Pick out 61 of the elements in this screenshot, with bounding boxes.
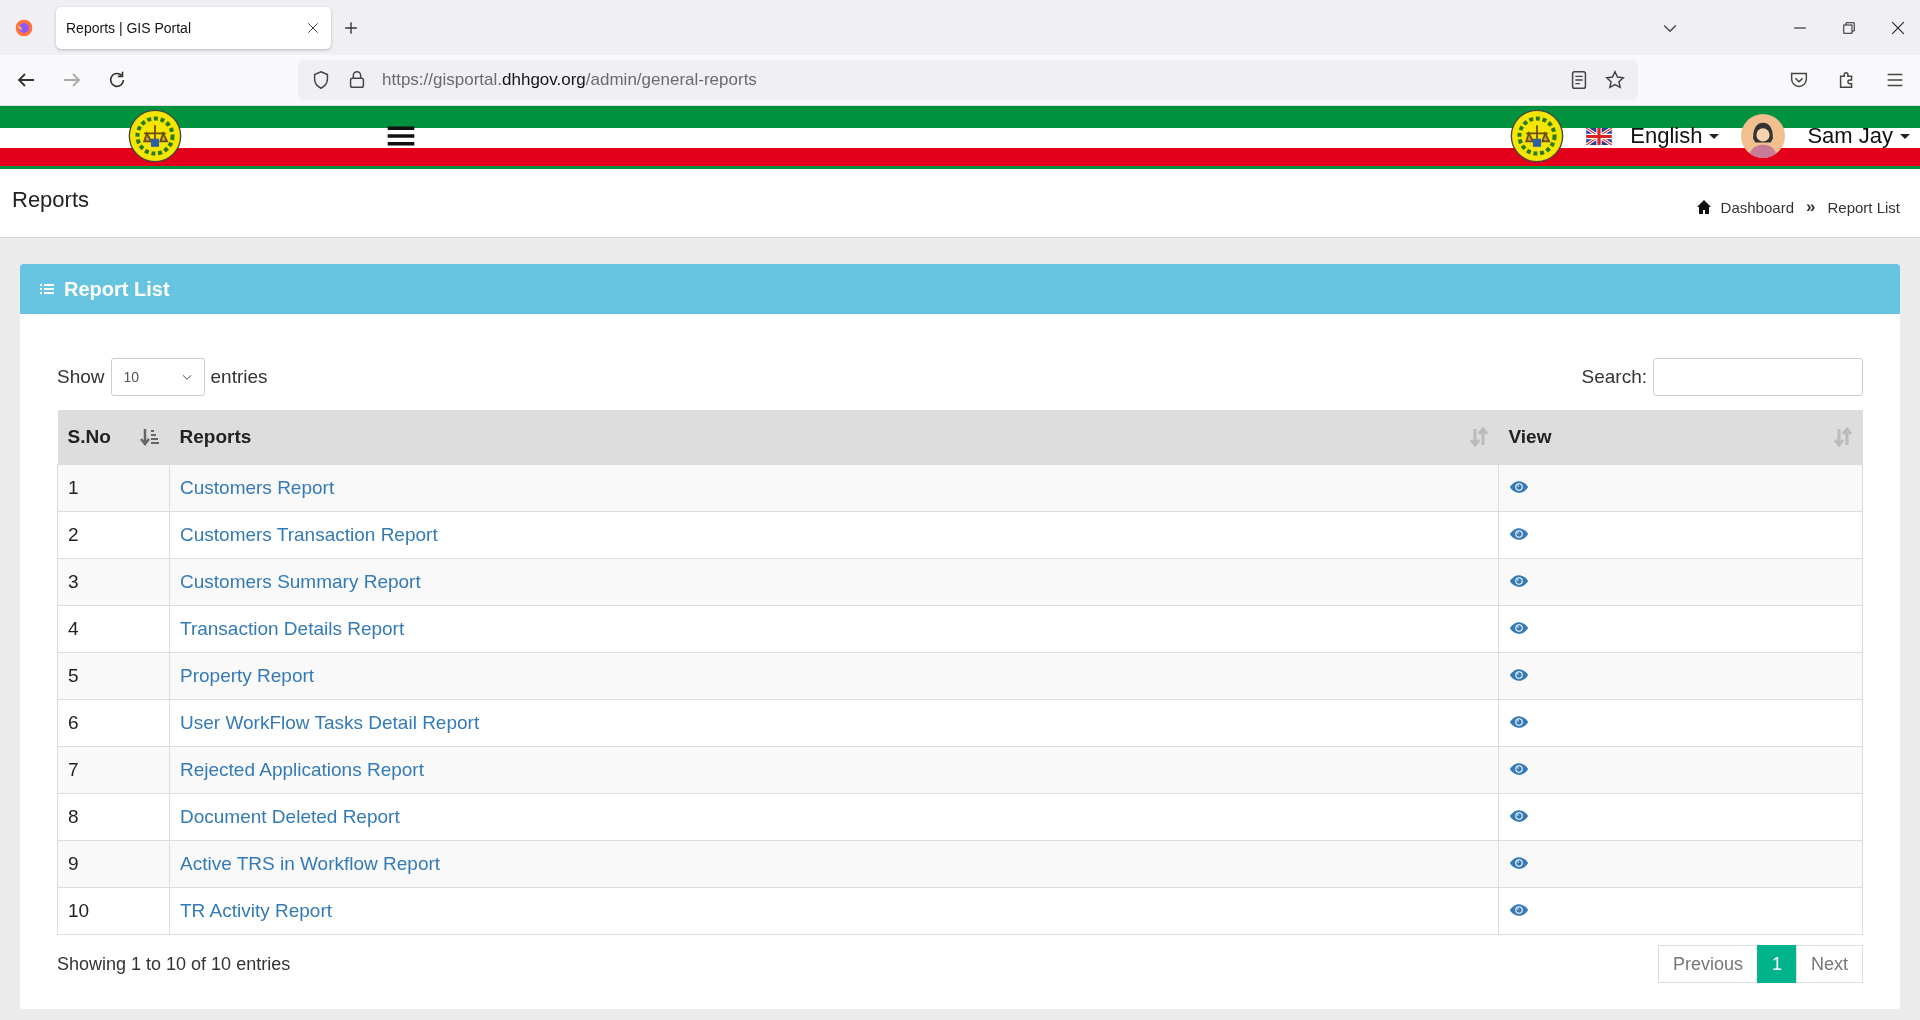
caret-icon bbox=[1709, 133, 1720, 139]
eye-icon[interactable] bbox=[1509, 903, 1529, 917]
browser-tab[interactable]: Reports | GIS Portal bbox=[56, 6, 331, 49]
page-title: Reports bbox=[12, 187, 90, 214]
language-dropdown[interactable]: English bbox=[1630, 123, 1720, 149]
card-title: Report List bbox=[64, 277, 170, 301]
caret-icon bbox=[1900, 133, 1910, 139]
report-link[interactable]: Rejected Applications Report bbox=[180, 759, 424, 780]
entries-select[interactable]: 10 bbox=[110, 358, 205, 396]
serial-number-cell: 7 bbox=[57, 746, 170, 794]
report-link[interactable]: Customers Transaction Report bbox=[180, 524, 438, 545]
report-link[interactable]: Customers Report bbox=[180, 477, 335, 498]
avatar-icon bbox=[1741, 114, 1786, 158]
serial-number-cell: 4 bbox=[57, 605, 170, 653]
column-header[interactable]: S.No bbox=[57, 410, 170, 465]
breadcrumb-separator: » bbox=[1806, 197, 1816, 217]
show-label: Show bbox=[57, 366, 105, 388]
serial-number-cell: 10 bbox=[57, 887, 170, 935]
eye-icon[interactable] bbox=[1509, 762, 1529, 776]
report-link[interactable]: Customers Summary Report bbox=[180, 571, 421, 592]
report-link[interactable]: Document Deleted Report bbox=[180, 806, 400, 827]
report-link[interactable]: Transaction Details Report bbox=[180, 618, 405, 639]
emblem-logo bbox=[128, 109, 182, 163]
eye-icon[interactable] bbox=[1509, 621, 1529, 635]
eye-icon[interactable] bbox=[1509, 574, 1529, 588]
eye-icon[interactable] bbox=[1509, 668, 1529, 682]
serial-number-cell: 2 bbox=[57, 511, 170, 559]
browser-logo-icon[interactable] bbox=[14, 17, 34, 38]
search-field[interactable] bbox=[1653, 358, 1863, 396]
breadcrumb-link[interactable]: Dashboard bbox=[1720, 198, 1794, 216]
serial-number-cell: 6 bbox=[57, 699, 170, 747]
user-menu[interactable]: Sam Jay bbox=[1807, 123, 1910, 149]
table-info: Showing 1 to 10 of 10 entries bbox=[57, 953, 291, 975]
bookmark-star-icon[interactable] bbox=[1604, 69, 1626, 91]
emblem-logo bbox=[1510, 109, 1565, 163]
breadcrumb-current: Report List bbox=[1827, 198, 1900, 216]
eye-icon[interactable] bbox=[1509, 480, 1529, 494]
search-label: Search: bbox=[1581, 366, 1647, 388]
pagination-button[interactable]: 1 bbox=[1756, 945, 1797, 983]
hamburger-menu-icon[interactable] bbox=[387, 126, 415, 146]
pagination-button[interactable]: Previous bbox=[1657, 945, 1758, 983]
column-header[interactable]: View bbox=[1498, 410, 1863, 465]
serial-number-cell: 5 bbox=[57, 652, 170, 700]
serial-number-cell: 1 bbox=[57, 464, 170, 512]
report-link[interactable]: User WorkFlow Tasks Detail Report bbox=[180, 712, 480, 733]
eye-icon[interactable] bbox=[1509, 527, 1529, 541]
eye-icon[interactable] bbox=[1509, 809, 1529, 823]
report-link[interactable]: Property Report bbox=[180, 665, 315, 686]
entries-label: entries bbox=[210, 366, 268, 388]
serial-number-cell: 3 bbox=[57, 558, 170, 606]
report-link[interactable]: TR Activity Report bbox=[180, 900, 333, 921]
eye-icon[interactable] bbox=[1509, 715, 1529, 729]
serial-number-cell: 9 bbox=[57, 840, 170, 888]
tab-title: Reports | GIS Portal bbox=[66, 19, 192, 36]
column-header[interactable]: Reports bbox=[169, 410, 1499, 465]
union-jack-flag-icon bbox=[1586, 127, 1613, 145]
pagination-button[interactable]: Next bbox=[1796, 945, 1863, 983]
report-link[interactable]: Active TRS in Workflow Report bbox=[180, 853, 441, 874]
list-icon bbox=[40, 283, 54, 295]
serial-number-cell: 8 bbox=[57, 793, 170, 841]
eye-icon[interactable] bbox=[1509, 856, 1529, 870]
